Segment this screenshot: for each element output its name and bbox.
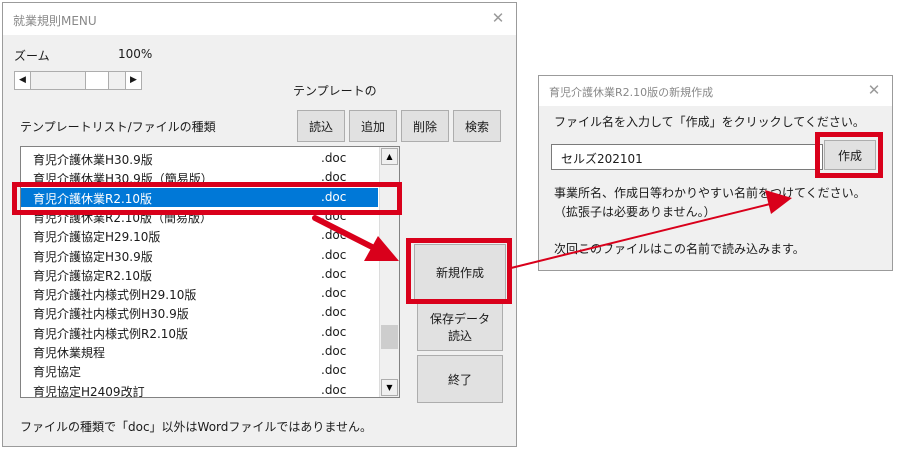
arrow-to-new-create: [312, 215, 399, 261]
annotation-arrows: [312, 190, 792, 269]
arrow-to-create-dialog: [510, 190, 792, 269]
